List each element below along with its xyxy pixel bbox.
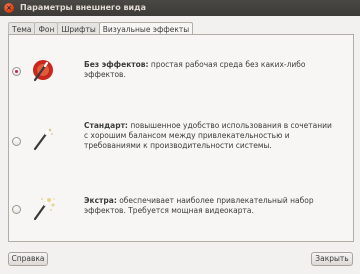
option-extra-description: обеспечивает наиболее привлекательный на… (84, 196, 314, 215)
extra-effects-icon (33, 197, 55, 221)
window-close-button[interactable]: × (4, 3, 14, 13)
option-extra-text: Экстра: обеспечивает наиболее привлекате… (84, 196, 334, 216)
help-button[interactable]: Справка (8, 252, 48, 266)
radio-no-effects[interactable] (12, 67, 21, 76)
option-no-effects-name: Без эффектов: (84, 60, 149, 69)
radio-extra[interactable] (12, 205, 21, 214)
window-title: Параметры внешнего вида (20, 3, 147, 12)
window-titlebar: × Параметры внешнего вида (0, 0, 360, 16)
option-extra-name: Экстра: (84, 196, 117, 205)
close-button[interactable]: Закрыть (311, 252, 353, 266)
option-standard-text: Стандарт: повышенное удобство использова… (84, 121, 334, 151)
standard-effects-icon (33, 128, 53, 151)
visual-effects-panel: Без эффектов: простая рабочая среда без … (8, 34, 354, 242)
no-effects-icon (33, 60, 53, 82)
close-icon: × (6, 4, 12, 12)
option-standard-name: Стандарт: (84, 121, 128, 130)
radio-standard[interactable] (12, 137, 21, 146)
option-no-effects-text: Без эффектов: простая рабочая среда без … (84, 60, 334, 80)
